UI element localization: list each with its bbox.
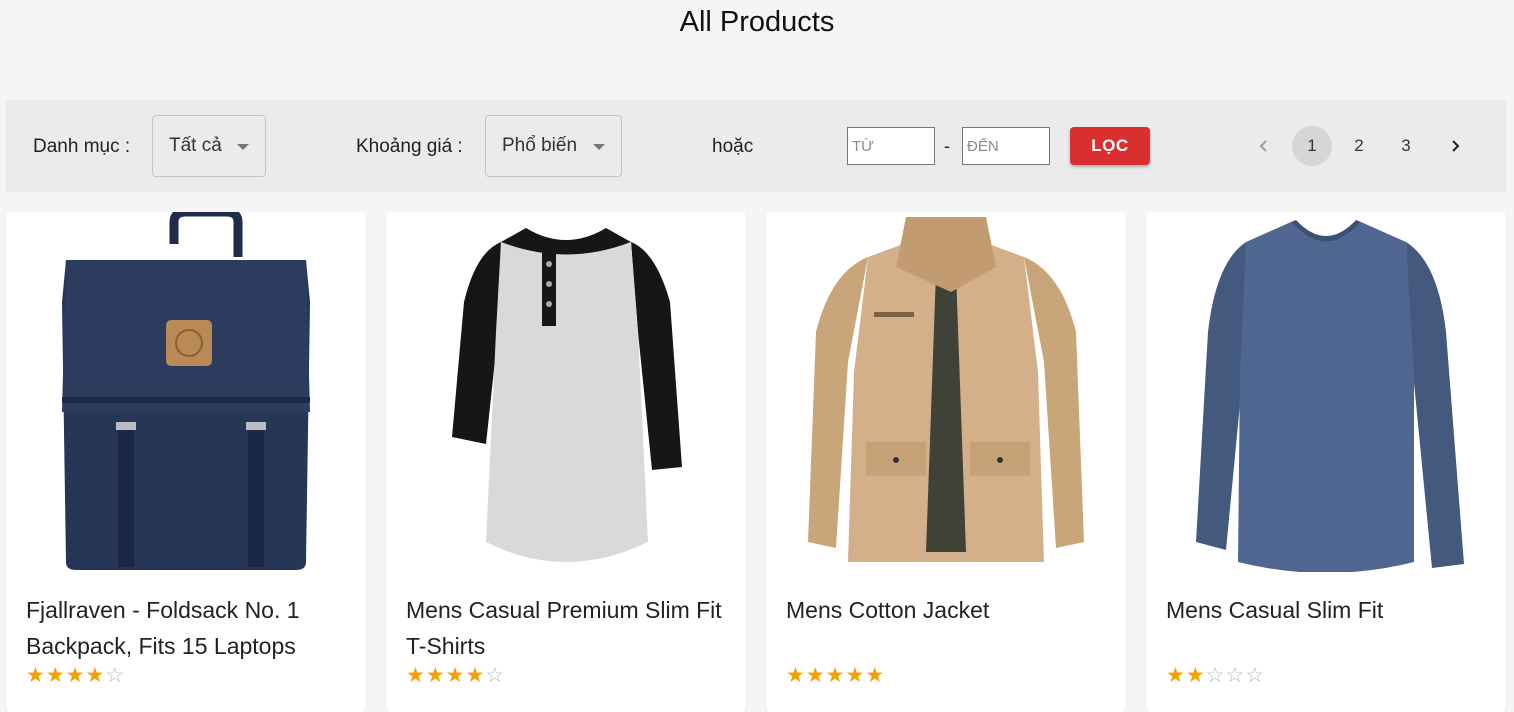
product-image-backpack [62, 212, 310, 570]
product-title[interactable]: Mens Casual Premium Slim Fit T-Shirts [406, 592, 726, 664]
star-empty-icon: ☆ [485, 664, 506, 687]
star-filled-icon: ★ [1185, 664, 1206, 687]
star-empty-icon: ☆ [105, 664, 126, 687]
star-filled-icon: ★ [445, 664, 466, 687]
pagination-prev-button[interactable] [1244, 126, 1284, 166]
product-card[interactable]: Mens Casual Premium Slim Fit T-Shirts ★★… [386, 212, 746, 712]
price-range-select-value: Phổ biến [502, 135, 578, 156]
pagination-next-button[interactable] [1435, 126, 1475, 166]
product-title[interactable]: Fjallraven - Foldsack No. 1 Backpack, Fi… [26, 592, 346, 664]
product-image-shirt [452, 228, 682, 562]
star-filled-icon: ★ [805, 664, 826, 687]
price-from-input[interactable] [847, 127, 935, 165]
category-label: Danh mục : [33, 136, 131, 157]
pagination-page-3[interactable]: 3 [1386, 126, 1426, 166]
caret-down-icon [237, 144, 249, 150]
product-image-longsleeve [1196, 220, 1464, 572]
product-rating: ★★★★☆ [406, 664, 505, 688]
product-rating: ★★☆☆☆ [1166, 664, 1265, 688]
star-filled-icon: ★ [845, 664, 866, 687]
chevron-left-icon [1259, 140, 1267, 152]
star-filled-icon: ★ [865, 664, 886, 687]
or-label: hoặc [712, 136, 754, 157]
star-filled-icon: ★ [1166, 664, 1186, 687]
pagination-page-1[interactable]: 1 [1292, 126, 1332, 166]
product-image-jacket [808, 217, 1084, 562]
price-to-input[interactable] [962, 127, 1050, 165]
product-card[interactable]: Fjallraven - Foldsack No. 1 Backpack, Fi… [6, 212, 366, 712]
product-rating: ★★★★☆ [26, 664, 125, 688]
star-filled-icon: ★ [85, 664, 106, 687]
price-range-select[interactable]: Phổ biến [485, 115, 622, 177]
star-empty-icon: ☆ [1245, 664, 1266, 687]
pagination-page-2[interactable]: 2 [1339, 126, 1379, 166]
star-filled-icon: ★ [465, 664, 486, 687]
caret-down-icon [593, 144, 605, 150]
filter-button[interactable]: LỌC [1070, 127, 1150, 165]
chevron-right-icon [1452, 140, 1460, 152]
star-filled-icon: ★ [45, 664, 66, 687]
filter-bar: Danh mục : Tất cả Khoảng giá : Phổ biến … [6, 100, 1506, 192]
product-card[interactable]: Mens Cotton Jacket ★★★★★ [766, 212, 1126, 712]
product-title[interactable]: Mens Casual Slim Fit [1166, 592, 1486, 628]
star-filled-icon: ★ [406, 664, 426, 687]
star-filled-icon: ★ [65, 664, 86, 687]
price-separator: - [944, 136, 950, 156]
star-filled-icon: ★ [786, 664, 806, 687]
product-card[interactable]: Mens Casual Slim Fit ★★☆☆☆ [1146, 212, 1506, 712]
star-empty-icon: ☆ [1225, 664, 1246, 687]
product-title[interactable]: Mens Cotton Jacket [786, 592, 1106, 628]
star-filled-icon: ★ [26, 664, 46, 687]
star-filled-icon: ★ [825, 664, 846, 687]
star-empty-icon: ☆ [1205, 664, 1226, 687]
category-select[interactable]: Tất cả [152, 115, 266, 177]
star-filled-icon: ★ [425, 664, 446, 687]
page-title: All Products [679, 6, 835, 38]
product-rating: ★★★★★ [786, 664, 885, 688]
category-select-value: Tất cả [169, 135, 222, 156]
price-range-label: Khoảng giá : [356, 136, 463, 157]
